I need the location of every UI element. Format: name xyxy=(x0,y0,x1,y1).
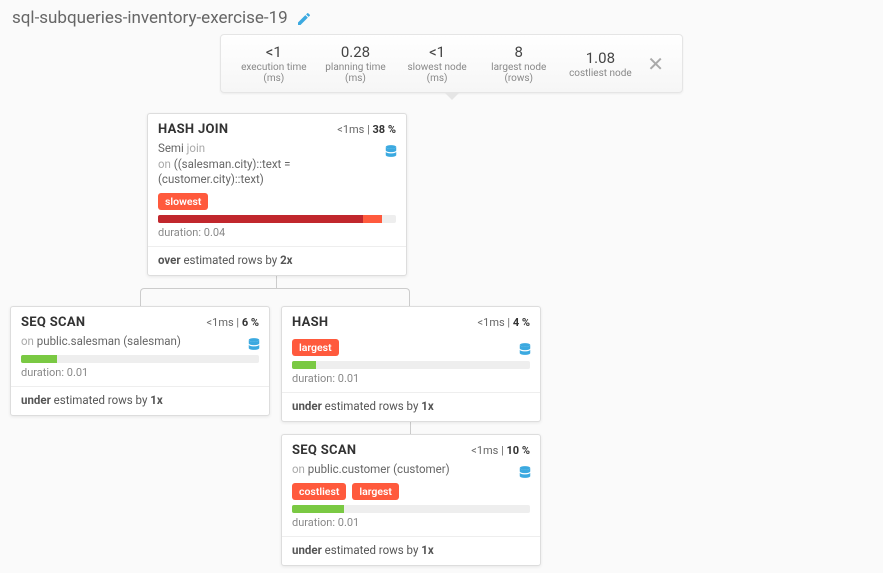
node-time: <1ms xyxy=(337,123,364,136)
stat-execution-time: <1 execution time (ms) xyxy=(233,43,315,84)
duration-text: duration: 0.01 xyxy=(292,372,530,385)
page-title: sql-subqueries-inventory-exercise-19 xyxy=(12,8,288,28)
node-hash[interactable]: HASH <1ms | 4 % largest duration: 0.01 u… xyxy=(281,306,541,422)
database-icon[interactable] xyxy=(518,464,532,480)
stat-costliest-node: 1.08 costliest node xyxy=(560,49,642,79)
divider xyxy=(11,386,269,387)
duration-text: duration: 0.04 xyxy=(158,226,396,239)
node-tags: costliest largest xyxy=(292,483,530,500)
node-tags: largest xyxy=(292,339,530,356)
duration-bar xyxy=(292,505,530,513)
node-pct: 4 % xyxy=(513,316,530,329)
stat-label: largest node (rows) xyxy=(478,62,560,84)
plan-tree: HASH JOIN <1ms | 38 % Semi join on ((sal… xyxy=(0,103,883,573)
estimation-line: over estimated rows by 2x xyxy=(158,253,396,267)
node-time: <1ms xyxy=(471,444,498,457)
node-time: <1ms xyxy=(207,316,234,329)
bar-fill xyxy=(292,361,316,369)
bar-fill xyxy=(158,215,363,223)
node-title: HASH JOIN xyxy=(158,122,337,137)
stat-label: slowest node (ms) xyxy=(396,62,478,84)
node-title: SEQ SCAN xyxy=(21,315,207,330)
bar-extra xyxy=(363,215,382,223)
node-on: on public.salesman (salesman) xyxy=(21,334,259,350)
divider xyxy=(148,246,406,247)
stat-value: <1 xyxy=(396,43,478,61)
node-meta: <1ms | 6 % xyxy=(207,316,259,329)
connector xyxy=(276,275,277,289)
tag-largest: largest xyxy=(352,483,399,500)
node-tags: slowest xyxy=(158,193,396,210)
connector xyxy=(140,288,410,306)
node-hash-join[interactable]: HASH JOIN <1ms | 38 % Semi join on ((sal… xyxy=(147,113,407,276)
stat-value: 1.08 xyxy=(560,49,642,67)
bar-fill xyxy=(292,505,344,513)
estimation-line: under estimated rows by 1x xyxy=(21,393,259,407)
node-seq-scan-salesman[interactable]: SEQ SCAN <1ms | 6 % on public.salesman (… xyxy=(10,306,270,416)
node-pct: 38 % xyxy=(373,123,397,136)
database-icon[interactable] xyxy=(518,341,532,357)
node-title: SEQ SCAN xyxy=(292,443,471,458)
stat-label: costliest node xyxy=(560,68,642,79)
stat-planning-time: 0.28 planning time (ms) xyxy=(315,43,397,84)
stat-slowest-node: <1 slowest node (ms) xyxy=(396,43,478,84)
node-meta: <1ms | 38 % xyxy=(337,123,396,136)
node-seq-scan-customer[interactable]: SEQ SCAN <1ms | 10 % on public.customer … xyxy=(281,434,541,566)
database-icon[interactable] xyxy=(384,143,398,159)
node-meta: <1ms | 4 % xyxy=(478,316,530,329)
node-on: on public.customer (customer) xyxy=(292,462,530,478)
stat-value: <1 xyxy=(233,43,315,61)
divider xyxy=(282,392,540,393)
estimation-line: under estimated rows by 1x xyxy=(292,543,530,557)
edit-icon[interactable] xyxy=(296,9,312,28)
node-meta: <1ms | 10 % xyxy=(471,444,530,457)
stats-bar: <1 execution time (ms) 0.28 planning tim… xyxy=(220,34,683,93)
database-icon[interactable] xyxy=(247,336,261,352)
stat-value: 0.28 xyxy=(315,43,397,61)
duration-text: duration: 0.01 xyxy=(292,516,530,529)
duration-bar xyxy=(158,215,396,223)
stat-value: 8 xyxy=(478,43,560,61)
estimation-line: under estimated rows by 1x xyxy=(292,399,530,413)
close-icon[interactable]: ✕ xyxy=(641,52,670,76)
node-detail: Semi join xyxy=(158,141,396,157)
bar-fill xyxy=(21,355,57,363)
node-pct: 6 % xyxy=(242,316,259,329)
tag-slowest: slowest xyxy=(158,193,208,210)
node-time: <1ms xyxy=(478,316,505,329)
divider xyxy=(282,536,540,537)
tag-costliest: costliest xyxy=(292,483,346,500)
duration-text: duration: 0.01 xyxy=(21,366,259,379)
stat-label: execution time (ms) xyxy=(233,62,315,84)
duration-bar xyxy=(292,361,530,369)
stat-label: planning time (ms) xyxy=(315,62,397,84)
stat-largest-node: 8 largest node (rows) xyxy=(478,43,560,84)
duration-bar xyxy=(21,355,259,363)
page-header: sql-subqueries-inventory-exercise-19 xyxy=(0,0,883,32)
node-pct: 10 % xyxy=(507,444,531,457)
tag-largest: largest xyxy=(292,339,339,356)
node-condition: on ((salesman.city)::text = (customer.ci… xyxy=(158,157,396,188)
node-title: HASH xyxy=(292,315,478,330)
